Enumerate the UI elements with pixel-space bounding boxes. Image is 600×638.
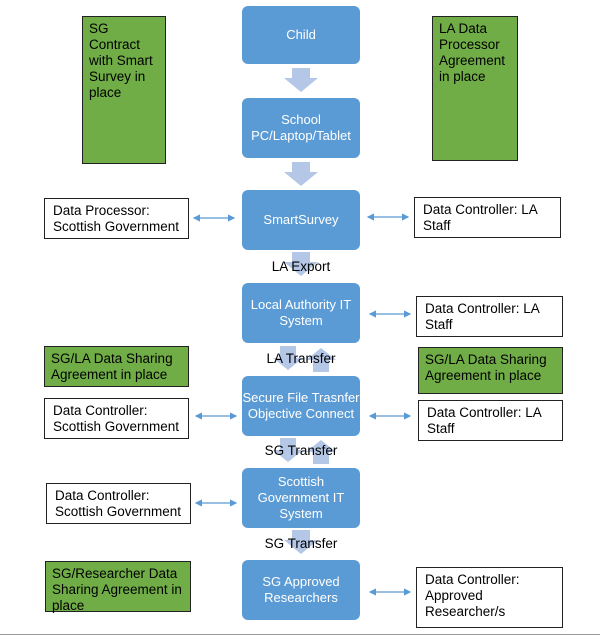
- down-arrow: [284, 162, 318, 186]
- flow-school-device: School PC/Laptop/Tablet: [242, 98, 360, 158]
- flow-child: Child: [242, 6, 360, 64]
- transfer-label: SG Transfer: [264, 536, 338, 551]
- down-arrow: [284, 68, 318, 92]
- role-box: Data Controller: LA Staff: [414, 197, 561, 238]
- flow-la-it-system: Local Authority IT System: [242, 283, 360, 343]
- agreement-box: SG/LA Data Sharing Agreement in place: [418, 347, 563, 394]
- agreement-box: SG/Researcher Data Sharing Agreement in …: [45, 561, 191, 613]
- role-box: Data Processor: Scottish Government: [44, 198, 189, 239]
- agreement-box: SG/LA Data Sharing Agreement in place: [44, 346, 189, 387]
- flow-smartsurvey: SmartSurvey: [242, 190, 360, 250]
- role-box: Data Controller: Scottish Government: [44, 398, 189, 439]
- transfer-label: LA Transfer: [266, 351, 336, 366]
- flow-secure-file-transfer: Secure File Trasnfer Objective Connect: [242, 376, 360, 436]
- role-box: Data Controller: Scottish Government: [46, 483, 191, 524]
- agreement-box: SG Contract with Smart Survey in place: [82, 16, 166, 164]
- flow-sg-it-system: Scottish Government IT System: [242, 468, 360, 528]
- role-box: Data Controller: LA Staff: [418, 400, 563, 441]
- flow-approved-researchers: SG Approved Researchers: [242, 560, 360, 620]
- transfer-label: SG Transfer: [264, 443, 338, 458]
- transfer-label: LA Export: [271, 259, 331, 274]
- bottom-rule: [0, 634, 600, 635]
- role-box: Data Controller: Approved Researcher/s: [416, 567, 563, 628]
- agreement-box: LA Data Processor Agreement in place: [432, 16, 518, 161]
- role-box: Data Controller: LA Staff: [416, 296, 563, 337]
